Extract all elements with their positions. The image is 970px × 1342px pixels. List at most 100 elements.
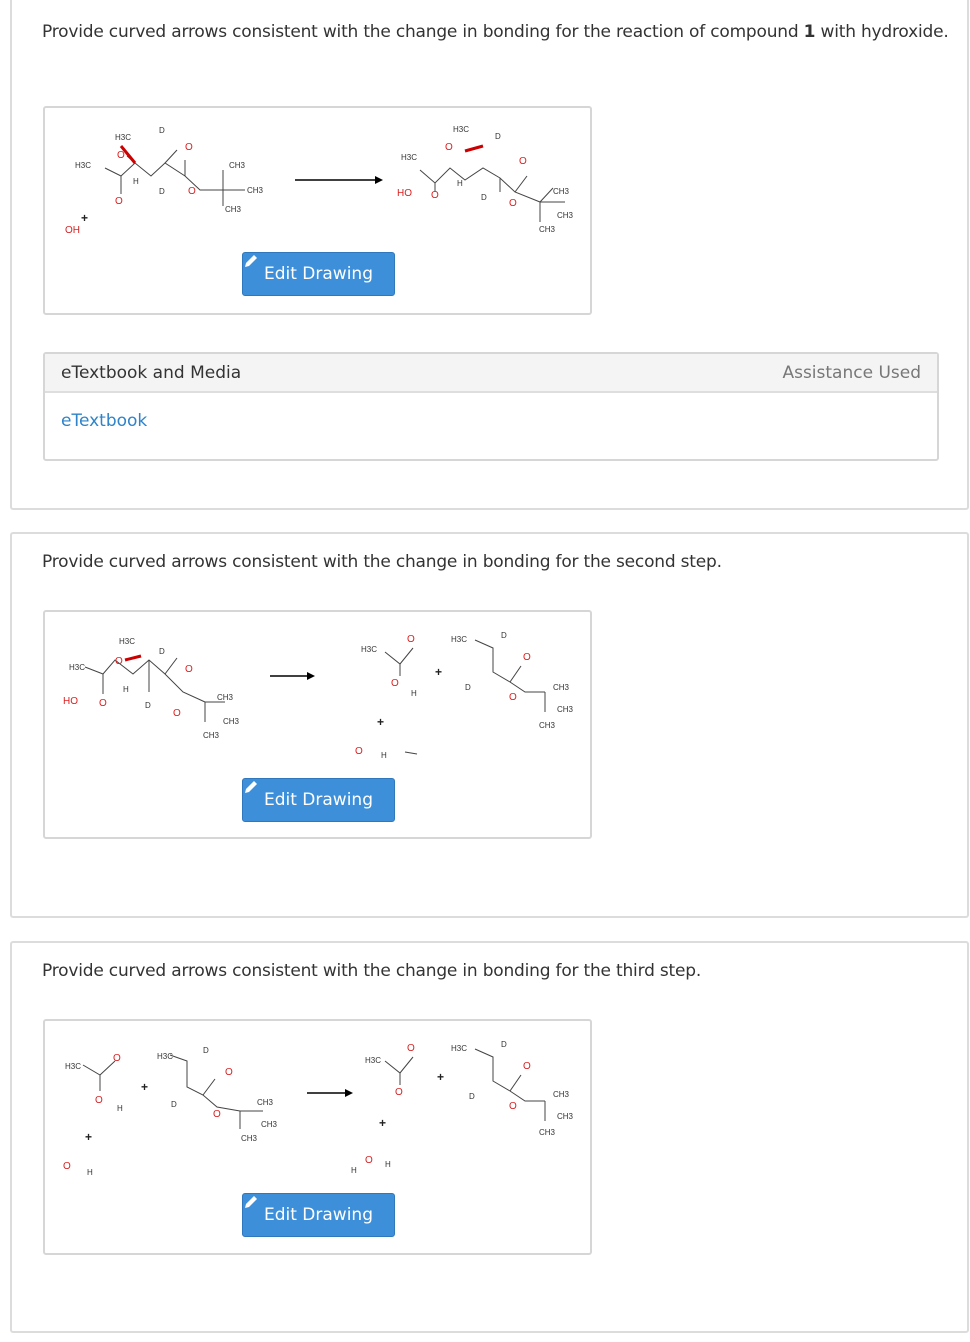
- svg-text:O: O: [99, 698, 107, 709]
- edit-drawing-button[interactable]: Edit Drawing: [242, 1193, 395, 1237]
- svg-text:O: O: [523, 652, 531, 663]
- svg-text:D: D: [469, 1092, 475, 1101]
- svg-text:D: D: [171, 1100, 177, 1109]
- svg-text:CH3: CH3: [557, 1112, 574, 1121]
- svg-text:H3C: H3C: [451, 635, 467, 644]
- question-prompt: Provide curved arrows consistent with th…: [42, 961, 702, 981]
- svg-text:CH3: CH3: [257, 1098, 274, 1107]
- svg-text:O: O: [509, 1101, 517, 1112]
- svg-text:CH3: CH3: [247, 186, 264, 195]
- svg-text:+: +: [85, 1130, 92, 1144]
- svg-text:D: D: [159, 647, 165, 656]
- svg-text:+: +: [437, 1070, 444, 1084]
- svg-text:OH: OH: [65, 225, 80, 236]
- svg-text:H: H: [87, 1168, 93, 1177]
- etextbook-header: eTextbook and Media Assistance Used: [45, 354, 937, 393]
- edit-drawing-label: Edit Drawing: [263, 790, 373, 810]
- svg-text:+: +: [379, 1116, 386, 1130]
- svg-text:O: O: [115, 196, 123, 207]
- etextbook-media-section: eTextbook and Media Assistance Used eTex…: [43, 352, 939, 461]
- svg-text:H: H: [381, 751, 387, 760]
- svg-text:D: D: [501, 1040, 507, 1049]
- svg-text:D: D: [481, 193, 487, 202]
- svg-text:D: D: [145, 701, 151, 710]
- svg-text:O: O: [355, 746, 363, 757]
- svg-text:O: O: [213, 1109, 221, 1120]
- svg-text:O: O: [63, 1161, 71, 1172]
- svg-text:H3C: H3C: [365, 1056, 381, 1065]
- svg-text:HO: HO: [63, 696, 78, 707]
- svg-text:D: D: [465, 683, 471, 692]
- edit-drawing-button[interactable]: Edit Drawing: [242, 778, 395, 822]
- svg-text:O: O: [509, 692, 517, 703]
- pencil-icon: [245, 1196, 257, 1208]
- svg-text:O: O: [519, 156, 527, 167]
- svg-text:CH3: CH3: [557, 705, 574, 714]
- svg-text:CH3: CH3: [553, 1090, 570, 1099]
- drawing-canvas-step-3[interactable]: H3C O O H + + O H H3C D O D O CH3 CH3 CH…: [43, 1019, 592, 1255]
- svg-text:H3C: H3C: [451, 1044, 467, 1053]
- svg-text:O: O: [113, 1053, 121, 1064]
- reaction-arrow-icon: [345, 1089, 353, 1097]
- svg-text:H3C: H3C: [401, 153, 417, 162]
- svg-text:O: O: [173, 708, 181, 719]
- question-panel-2: Provide curved arrows consistent with th…: [10, 532, 969, 918]
- svg-text:D: D: [495, 132, 501, 141]
- svg-text:CH3: CH3: [217, 693, 234, 702]
- question-panel-1: Provide curved arrows consistent with th…: [10, 0, 969, 510]
- svg-text:CH3: CH3: [553, 683, 570, 692]
- svg-text:H: H: [117, 1104, 123, 1113]
- svg-text:D: D: [501, 631, 507, 640]
- svg-text:H: H: [385, 1160, 391, 1169]
- question-prompt: Provide curved arrows consistent with th…: [42, 22, 949, 42]
- svg-text:H3C: H3C: [453, 125, 469, 134]
- svg-text:H: H: [457, 179, 463, 188]
- svg-text:CH3: CH3: [241, 1134, 258, 1143]
- svg-text:H3C: H3C: [119, 637, 135, 646]
- pencil-icon: [245, 781, 257, 793]
- svg-text:H: H: [411, 689, 417, 698]
- svg-text:O: O: [225, 1067, 233, 1078]
- svg-text:O: O: [395, 1087, 403, 1098]
- svg-text:+: +: [81, 211, 88, 225]
- svg-text:O: O: [115, 656, 123, 667]
- edit-drawing-button[interactable]: Edit Drawing: [242, 252, 395, 296]
- edit-drawing-label: Edit Drawing: [263, 1205, 373, 1225]
- svg-text:H: H: [133, 177, 139, 186]
- svg-text:+: +: [435, 665, 442, 679]
- svg-text:D: D: [159, 187, 165, 196]
- etextbook-link[interactable]: eTextbook: [61, 411, 147, 431]
- svg-text:O: O: [445, 142, 453, 153]
- svg-text:H3C: H3C: [115, 133, 131, 142]
- svg-text:H3C: H3C: [75, 161, 91, 170]
- svg-text:D: D: [203, 1046, 209, 1055]
- svg-text:HO: HO: [397, 188, 412, 199]
- svg-text:+: +: [141, 1080, 148, 1094]
- svg-text:CH3: CH3: [539, 225, 556, 234]
- question-panel-3: Provide curved arrows consistent with th…: [10, 941, 969, 1333]
- svg-text:+: +: [377, 715, 384, 729]
- svg-text:H: H: [351, 1166, 357, 1175]
- svg-text:H3C: H3C: [157, 1052, 173, 1061]
- svg-text:CH3: CH3: [539, 721, 556, 730]
- pencil-icon: [245, 255, 257, 267]
- svg-text:O: O: [95, 1095, 103, 1106]
- edit-drawing-label: Edit Drawing: [263, 264, 373, 284]
- svg-text:CH3: CH3: [261, 1120, 278, 1129]
- svg-text:CH3: CH3: [557, 211, 574, 220]
- svg-text:CH3: CH3: [539, 1128, 556, 1137]
- svg-text:CH3: CH3: [223, 717, 240, 726]
- svg-text:CH3: CH3: [203, 731, 220, 740]
- svg-text:O: O: [407, 634, 415, 645]
- etextbook-title: eTextbook and Media: [61, 362, 242, 383]
- svg-text:O: O: [407, 1043, 415, 1054]
- svg-text:CH3: CH3: [553, 187, 570, 196]
- drawing-canvas-step-2[interactable]: H3C H3C D O O HO O H D O CH3 CH3 CH3 H3C…: [43, 610, 592, 839]
- svg-text:O: O: [509, 198, 517, 209]
- svg-text:H3C: H3C: [361, 645, 377, 654]
- reaction-arrow-icon: [375, 176, 383, 184]
- drawing-canvas-step-1[interactable]: H3C H3C D O O H D O O CH3 CH3 CH3 OH + H…: [43, 106, 592, 315]
- svg-text:H3C: H3C: [65, 1062, 81, 1071]
- svg-text:CH3: CH3: [225, 205, 242, 214]
- svg-text:O: O: [391, 678, 399, 689]
